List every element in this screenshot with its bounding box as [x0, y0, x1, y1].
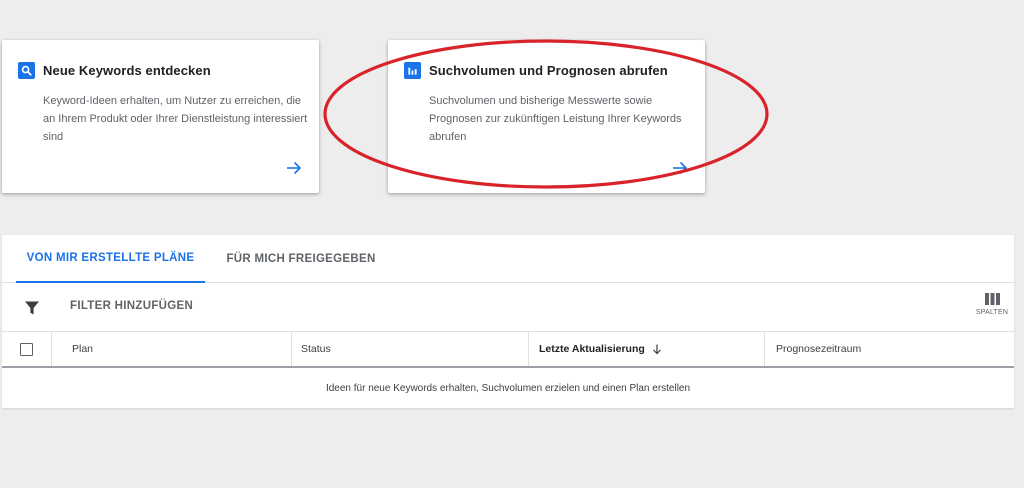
- plans-panel: VON MIR ERSTELLTE PLÄNE FÜR MICH FREIGEG…: [2, 235, 1014, 408]
- table-header: Plan Status Letzte Aktualisierung Progno…: [2, 332, 1014, 368]
- bar-chart-icon: [404, 62, 421, 79]
- sort-arrow-down-icon: [652, 344, 661, 354]
- columns-label: SPALTEN: [975, 309, 1009, 316]
- search-icon: [18, 62, 35, 79]
- tab-my-plans[interactable]: VON MIR ERSTELLTE PLÄNE: [16, 235, 205, 283]
- column-header-status[interactable]: Status: [292, 332, 529, 366]
- column-header-label: Letzte Aktualisierung: [539, 343, 645, 355]
- filter-bar: FILTER HINZUFÜGEN SPALTEN: [2, 283, 1014, 332]
- column-header-last-updated[interactable]: Letzte Aktualisierung: [529, 332, 765, 366]
- card-description: Keyword-Ideen erhalten, um Nutzer zu err…: [43, 95, 308, 143]
- card-title: Suchvolumen und Prognosen abrufen: [429, 63, 668, 78]
- columns-icon: [984, 293, 1000, 305]
- tab-bar: VON MIR ERSTELLTE PLÄNE FÜR MICH FREIGEG…: [2, 235, 1014, 283]
- empty-state-message: Ideen für neue Keywords erhalten, Suchvo…: [325, 382, 691, 394]
- column-header-label: Prognosezeitraum: [776, 343, 862, 355]
- card-description: Suchvolumen und bisherige Messwerte sowi…: [429, 95, 682, 143]
- card-title: Neue Keywords entdecken: [43, 63, 211, 78]
- card-header: Suchvolumen und Prognosen abrufen: [404, 62, 668, 79]
- column-header-label: Plan: [72, 343, 94, 355]
- select-all-checkbox[interactable]: [20, 342, 33, 356]
- column-header-label: Status: [301, 343, 331, 355]
- select-all-cell: [2, 332, 52, 366]
- column-header-plan[interactable]: Plan: [52, 332, 292, 366]
- columns-button[interactable]: SPALTEN: [974, 293, 1010, 325]
- arrow-right-icon[interactable]: [285, 159, 303, 177]
- card-discover-keywords[interactable]: Neue Keywords entdecken Keyword-Ideen er…: [2, 40, 319, 193]
- column-header-forecast-period[interactable]: Prognosezeitraum: [765, 332, 1014, 366]
- add-filter-button[interactable]: FILTER HINZUFÜGEN: [70, 300, 193, 312]
- card-search-volume-forecasts[interactable]: Suchvolumen und Prognosen abrufen Suchvo…: [388, 40, 705, 193]
- tab-shared-with-me[interactable]: FÜR MICH FREIGEGEBEN: [218, 235, 384, 283]
- filter-icon[interactable]: [24, 300, 40, 316]
- card-header: Neue Keywords entdecken: [18, 62, 211, 79]
- arrow-right-icon[interactable]: [671, 159, 689, 177]
